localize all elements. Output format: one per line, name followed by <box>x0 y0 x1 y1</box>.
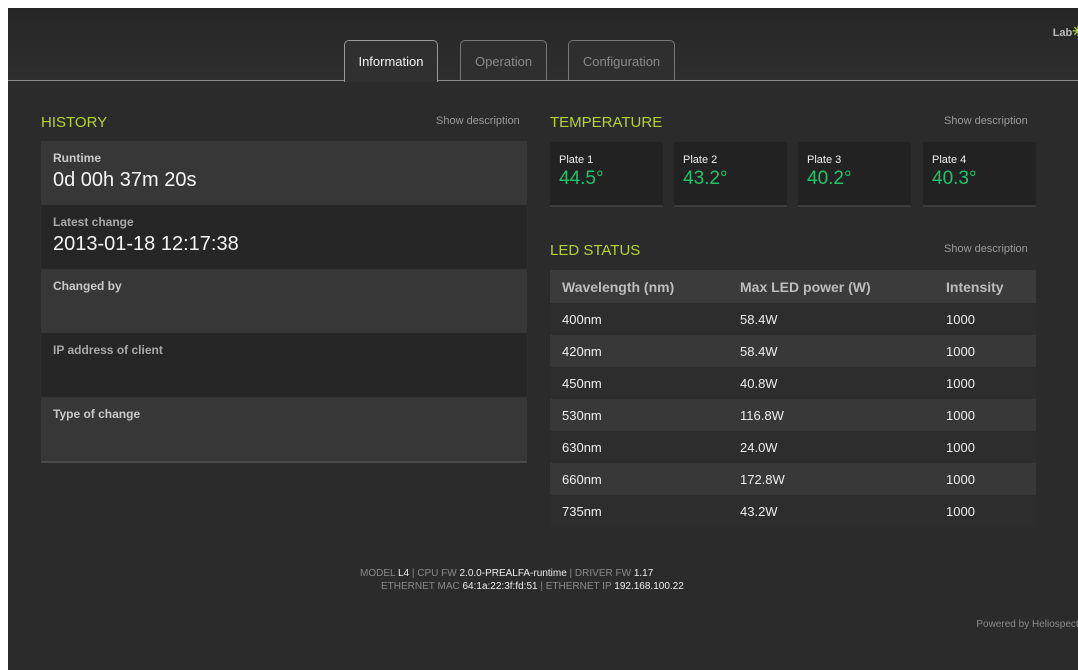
led-status-table: Wavelength (nm) Max LED power (W) Intens… <box>550 270 1036 527</box>
history-panel: Runtime 0d 00h 37m 20s Latest change 201… <box>41 141 527 463</box>
column-header-wavelength: Wavelength (nm) <box>550 270 740 303</box>
tab-configuration[interactable]: Configuration <box>568 40 675 80</box>
wavelength-cell: 630nm <box>550 431 740 463</box>
runtime-label: Runtime <box>53 151 101 165</box>
table-row: 420nm 58.4W 1000 <box>550 335 1036 367</box>
table-row: 530nm 116.8W 1000 <box>550 399 1036 431</box>
plate-label: Plate 1 <box>559 154 594 166</box>
history-divider <box>41 461 527 463</box>
type-of-change-label: Type of change <box>53 407 141 421</box>
firmware-info-line: MODEL L4 | CPU FW 2.0.0-PREALFA-runtime … <box>360 568 654 579</box>
wavelength-cell: 420nm <box>550 335 740 367</box>
temperature-show-description-link[interactable]: Show description <box>944 115 1028 127</box>
mac-value: 64:1a:22:3f:fd:51 <box>462 581 538 592</box>
table-row: 735nm 43.2W 1000 <box>550 495 1036 527</box>
intensity-cell: 1000 <box>946 335 1036 367</box>
ip-label: ETHERNET IP <box>545 581 612 592</box>
plate-3-card: Plate 3 40.2° <box>798 142 911 207</box>
brand-logo: Lab✳ <box>1053 23 1078 40</box>
plate-temperature: 40.2° <box>807 168 852 189</box>
power-cell: 40.8W <box>740 367 946 399</box>
plate-1-card: Plate 1 44.5° <box>550 142 663 207</box>
plate-label: Plate 3 <box>807 154 842 166</box>
top-bar: Lab✳ Information Operation Configuration <box>8 8 1078 82</box>
cpu-fw-label: CPU FW <box>417 568 457 579</box>
tab-operation[interactable]: Operation <box>460 40 547 80</box>
history-title: HISTORY <box>41 114 108 131</box>
plate-4-card: Plate 4 40.3° <box>923 142 1036 207</box>
wavelength-cell: 400nm <box>550 303 740 335</box>
table-row: 630nm 24.0W 1000 <box>550 431 1036 463</box>
plate-temperature: 44.5° <box>559 168 604 189</box>
model-label: MODEL <box>360 568 396 579</box>
leaf-icon: ✳ <box>1072 23 1078 39</box>
table-header-row: Wavelength (nm) Max LED power (W) Intens… <box>550 270 1036 303</box>
app-window: Lab✳ Information Operation Configuration… <box>8 8 1078 670</box>
intensity-cell: 1000 <box>946 399 1036 431</box>
network-info-line: ETHERNET MAC 64:1a:22:3f:fd:51 | ETHERNE… <box>381 581 684 592</box>
intensity-cell: 1000 <box>946 463 1036 495</box>
ip-address-label: IP address of client <box>53 343 163 357</box>
wavelength-cell: 735nm <box>550 495 740 527</box>
history-row-type-of-change: Type of change <box>41 397 527 461</box>
plate-temperature: 43.2° <box>683 168 728 189</box>
history-row-latest-change: Latest change 2013-01-18 12:17:38 <box>41 205 527 269</box>
table-row: 660nm 172.8W 1000 <box>550 463 1036 495</box>
powered-by-text: Powered by Heliospectr <box>976 619 1078 630</box>
latest-change-label: Latest change <box>53 215 134 229</box>
led-status-title: LED STATUS <box>550 242 641 259</box>
plate-label: Plate 2 <box>683 154 718 166</box>
power-cell: 172.8W <box>740 463 946 495</box>
ip-value: 192.168.100.22 <box>614 581 684 592</box>
table-row: 450nm 40.8W 1000 <box>550 367 1036 399</box>
driver-fw-label: DRIVER FW <box>574 568 632 579</box>
power-cell: 116.8W <box>740 399 946 431</box>
plate-2-card: Plate 2 43.2° <box>674 142 787 207</box>
power-cell: 43.2W <box>740 495 946 527</box>
tab-information[interactable]: Information <box>344 40 438 82</box>
cpu-fw-value: 2.0.0-PREALFA-runtime <box>459 568 567 579</box>
power-cell: 24.0W <box>740 431 946 463</box>
latest-change-value: 2013-01-18 12:17:38 <box>53 233 239 255</box>
led-status-show-description-link[interactable]: Show description <box>944 243 1028 255</box>
column-header-intensity: Intensity <box>946 270 1036 303</box>
model-value: L4 <box>397 568 410 579</box>
mac-label: ETHERNET MAC <box>381 581 460 592</box>
wavelength-cell: 660nm <box>550 463 740 495</box>
history-show-description-link[interactable]: Show description <box>436 115 520 127</box>
table-row: 400nm 58.4W 1000 <box>550 303 1036 335</box>
history-row-changed-by: Changed by <box>41 269 527 333</box>
intensity-cell: 1000 <box>946 303 1036 335</box>
power-cell: 58.4W <box>740 303 946 335</box>
power-cell: 58.4W <box>740 335 946 367</box>
wavelength-cell: 450nm <box>550 367 740 399</box>
column-header-max-power: Max LED power (W) <box>740 270 946 303</box>
changed-by-label: Changed by <box>53 279 122 293</box>
intensity-cell: 1000 <box>946 367 1036 399</box>
wavelength-cell: 530nm <box>550 399 740 431</box>
history-row-runtime: Runtime 0d 00h 37m 20s <box>41 141 527 205</box>
driver-fw-value: 1.17 <box>633 568 654 579</box>
plate-label: Plate 4 <box>932 154 967 166</box>
runtime-value: 0d 00h 37m 20s <box>53 169 197 191</box>
intensity-cell: 1000 <box>946 495 1036 527</box>
history-row-ip-address: IP address of client <box>41 333 527 397</box>
plate-temperature: 40.3° <box>932 168 977 189</box>
intensity-cell: 1000 <box>946 431 1036 463</box>
temperature-title: TEMPERATURE <box>550 114 663 131</box>
